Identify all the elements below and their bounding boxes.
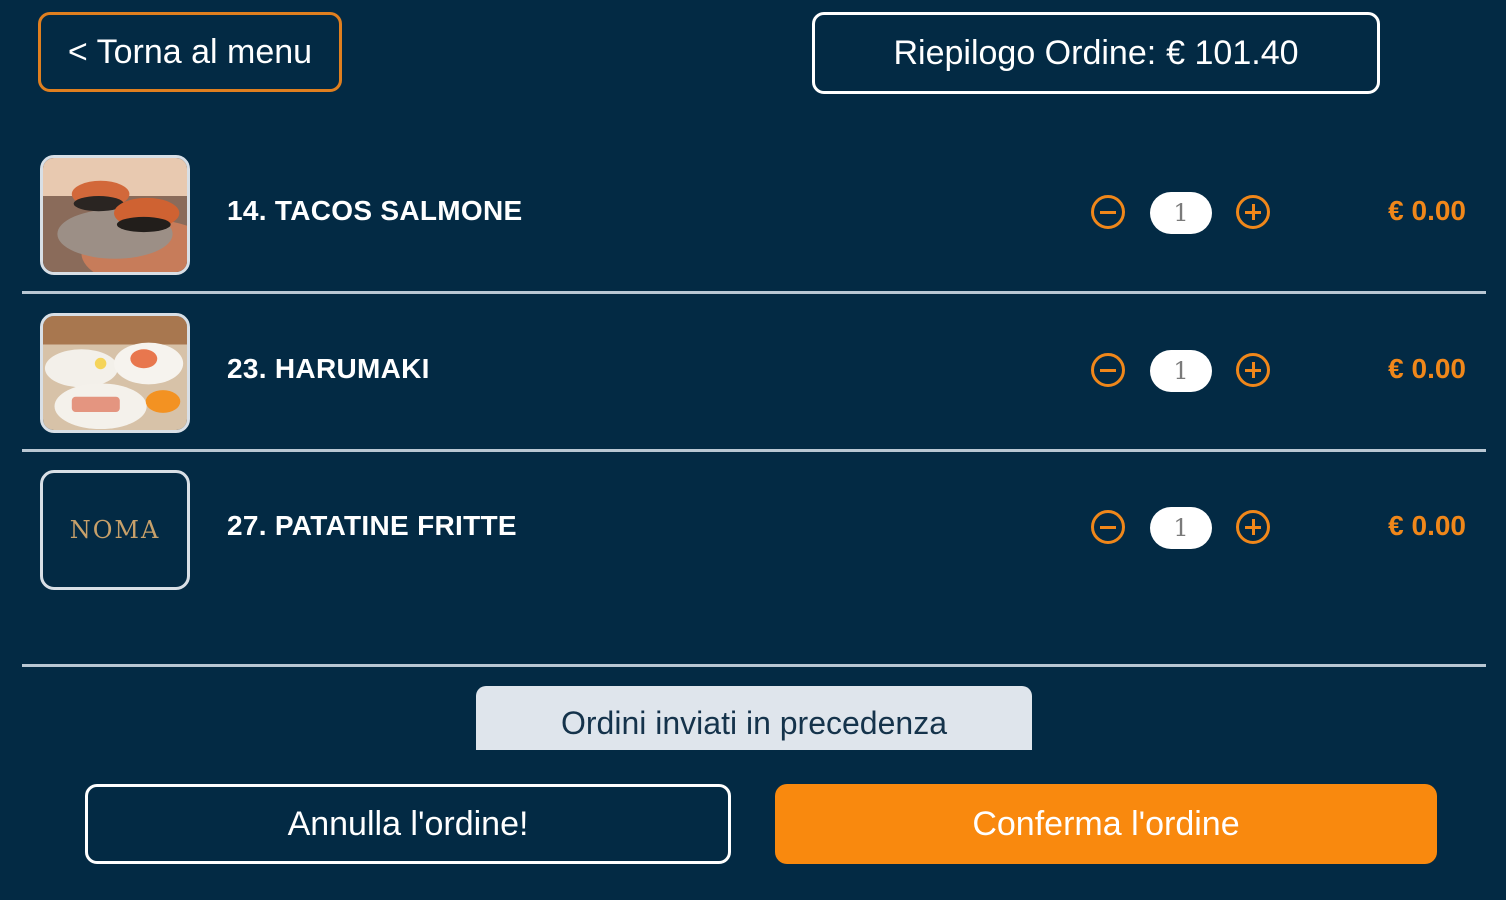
back-to-menu-button[interactable]: < Torna al menu [38,12,342,92]
order-summary-label: Riepilogo Ordine: [893,33,1157,72]
item-name: 14. TACOS SALMONE [227,195,523,226]
row-divider [22,664,1486,667]
sushi-platter-photo [43,316,187,430]
order-item-row: 14. TACOS SALMONE 1 € 0.00 [22,155,1486,312]
previous-orders-tab[interactable]: Ordini inviati in precedenza [476,686,1032,750]
quantity-field[interactable]: 1 [1150,507,1212,549]
item-thumbnail [40,313,190,433]
item-thumbnail [40,155,190,275]
noma-logo-icon: NOMA [40,470,190,590]
cancel-order-button[interactable]: Annulla l'ordine! [85,784,731,864]
increase-quantity-icon[interactable] [1236,353,1270,387]
cancel-order-label: Annulla l'ordine! [287,804,529,843]
salmon-sushi-photo [43,158,187,272]
item-price: € 0.00 [1388,510,1466,541]
order-summary-total: Riepilogo Ordine: € 101.40 [812,12,1380,94]
order-summary-page: < Torna al menu Riepilogo Ordine: € 101.… [0,0,1506,900]
item-name: 27. PATATINE FRITTE [227,510,517,541]
item-price: € 0.00 [1388,353,1466,384]
item-price: € 0.00 [1388,195,1466,226]
increase-quantity-icon[interactable] [1236,195,1270,229]
order-item-row: 23. HARUMAKI 1 € 0.00 [22,313,1486,470]
quantity-field[interactable]: 1 [1150,192,1212,234]
back-to-menu-label: < Torna al menu [67,32,313,71]
order-total-value: € 101.40 [1166,33,1299,72]
increase-quantity-icon[interactable] [1236,510,1270,544]
quantity-field[interactable]: 1 [1150,350,1212,392]
row-divider [22,291,1486,294]
confirm-order-button[interactable]: Conferma l'ordine [775,784,1437,864]
row-divider [22,449,1486,452]
logo-text: NOMA [69,516,161,544]
previous-orders-label: Ordini inviati in precedenza [561,704,947,741]
item-name: 23. HARUMAKI [227,353,430,384]
decrease-quantity-icon[interactable] [1091,195,1125,229]
decrease-quantity-icon[interactable] [1091,353,1125,387]
decrease-quantity-icon[interactable] [1091,510,1125,544]
confirm-order-label: Conferma l'ordine [972,804,1240,843]
order-item-row: NOMA 27. PATATINE FRITTE 1 € 0.00 [22,470,1486,627]
